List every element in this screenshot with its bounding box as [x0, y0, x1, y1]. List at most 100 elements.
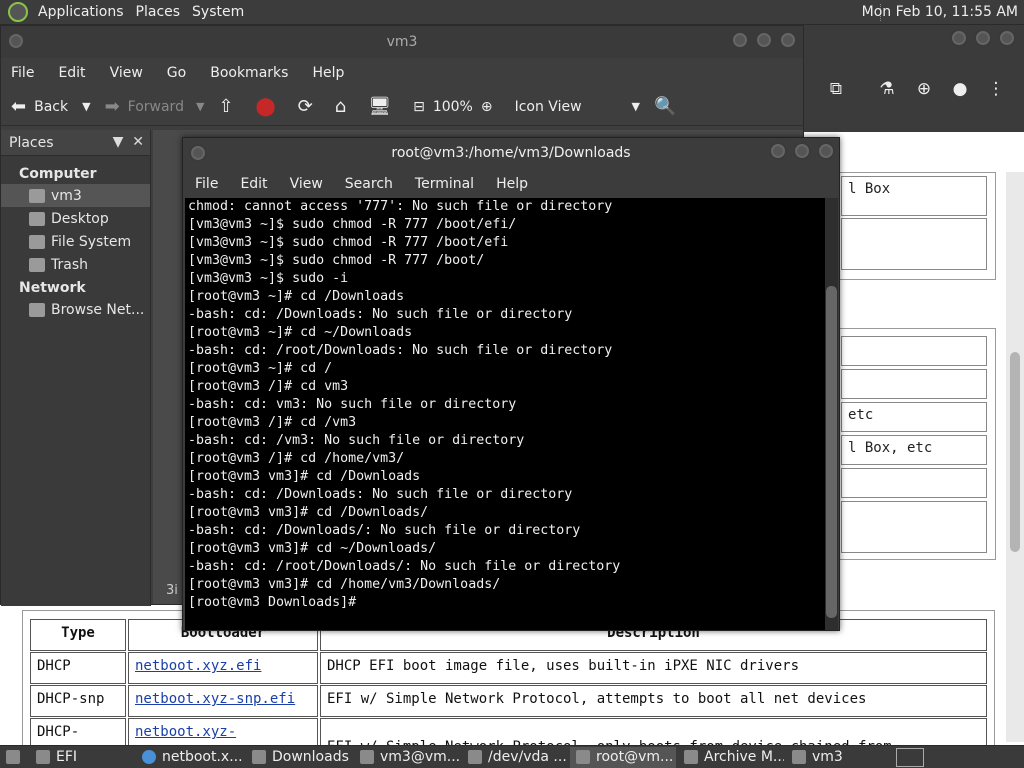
terminal-line: [root@vm3 vm3]# cd ~/Downloads/ — [188, 541, 437, 556]
menu-file[interactable]: File — [11, 65, 34, 81]
archive-icon — [684, 750, 698, 764]
page-text-etc: etc — [848, 407, 874, 423]
terminal-line: -bash: cd: vm3: No such file or director… — [188, 397, 517, 412]
bottom-taskbar: EFI netboot.x... Downloads vm3@vm... /de… — [0, 745, 1024, 768]
places-header[interactable]: Places ▼ ✕ — [1, 130, 150, 156]
browser-window: ⧉ ⚗ ⊕ ● ⋮ — [804, 25, 1024, 132]
zoom-out-icon[interactable]: ⊟ — [413, 99, 425, 115]
task-downloads[interactable]: Downloads — [246, 747, 352, 768]
section-computer: Computer — [19, 166, 97, 182]
stop-button[interactable]: ⬤ — [256, 96, 284, 117]
task-dev-vda[interactable]: /dev/vda ... — [462, 747, 568, 768]
forward-button[interactable]: ➡ Forward ▼ — [105, 96, 205, 117]
menu-help[interactable]: Help — [312, 65, 344, 81]
menu-terminal[interactable]: Terminal — [415, 176, 474, 192]
terminal-line: -bash: cd: /root/Downloads: No such file… — [188, 343, 613, 358]
terminal-titlebar[interactable]: root@vm3:/home/vm3/Downloads — [183, 138, 839, 170]
task-efi[interactable]: EFI — [30, 747, 134, 768]
show-desktop-button[interactable] — [0, 747, 28, 768]
back-arrow-icon: ⬅ — [11, 96, 27, 117]
menu-edit[interactable]: Edit — [240, 176, 267, 192]
computer-button[interactable]: 🖥 — [368, 96, 399, 117]
kebab-menu-icon[interactable]: ⋮ — [986, 79, 1006, 99]
folder-icon — [792, 750, 806, 764]
menu-file[interactable]: File — [195, 176, 218, 192]
zoom-control[interactable]: ⊟ 100% ⊕ — [413, 99, 501, 115]
task-terminal-vm3[interactable]: vm3@vm... — [354, 747, 460, 768]
minimize-button[interactable] — [731, 31, 749, 49]
sidebar-item-desktop[interactable]: Desktop — [1, 207, 150, 230]
page-scrollbar-thumb[interactable] — [1010, 352, 1020, 552]
menu-applications[interactable]: Applications — [38, 4, 124, 20]
download-icon[interactable]: ⊕ — [914, 79, 934, 99]
menu-bookmarks[interactable]: Bookmarks — [210, 65, 288, 81]
sidebar-item-vm3[interactable]: vm3 — [1, 184, 150, 207]
forward-arrow-icon: ➡ — [104, 96, 120, 117]
gnome-foot-icon[interactable] — [8, 2, 28, 22]
menu-search[interactable]: Search — [345, 176, 393, 192]
sidebar-item-label: Browse Net... — [51, 301, 145, 318]
menu-view[interactable]: View — [110, 65, 143, 81]
profile-icon[interactable]: ● — [950, 79, 970, 99]
reload-button[interactable]: ⟳ — [298, 96, 321, 117]
labs-icon[interactable]: ⚗ — [877, 79, 897, 99]
close-button[interactable] — [998, 29, 1016, 47]
home-button[interactable]: ⌂ — [335, 96, 354, 117]
page-cell-box: l Box — [841, 176, 987, 216]
places-controls[interactable]: ▼ ✕ — [113, 134, 144, 150]
drive-icon — [29, 234, 45, 249]
disk-icon — [468, 750, 482, 764]
task-browser[interactable]: netboot.x... — [136, 747, 244, 768]
close-button[interactable] — [817, 142, 835, 160]
clock[interactable]: Mon Feb 10, 11:55 AM — [862, 4, 1018, 20]
page-cell — [841, 468, 987, 498]
terminal-icon — [576, 750, 590, 764]
page-scrollbar[interactable] — [1006, 172, 1024, 742]
close-button[interactable] — [779, 31, 797, 49]
search-button[interactable]: 🔍 — [654, 96, 684, 117]
terminal-scrollbar[interactable] — [825, 198, 838, 630]
menu-help[interactable]: Help — [496, 176, 528, 192]
terminal-line: [root@vm3 ~]# cd ~/Downloads — [188, 325, 413, 340]
page-cell-etc: etc — [841, 402, 987, 432]
places-header-label: Places — [9, 134, 54, 151]
trash-icon — [29, 257, 45, 272]
terminal-line: chmod: cannot access '777': No such file… — [188, 199, 613, 214]
task-terminal-root[interactable]: root@vm... — [570, 746, 676, 768]
workspace-switcher[interactable] — [896, 748, 924, 767]
task-archive-manager[interactable]: Archive M... — [678, 747, 784, 768]
maximize-button[interactable] — [793, 142, 811, 160]
sidebar-item-trash[interactable]: Trash — [1, 253, 150, 276]
maximize-button[interactable] — [974, 29, 992, 47]
terminal-scrollbar-thumb[interactable] — [826, 286, 837, 618]
terminal-screen[interactable]: chmod: cannot access '777': No such file… — [185, 198, 825, 630]
back-dropdown-icon[interactable]: ▼ — [82, 100, 90, 113]
menu-edit[interactable]: Edit — [58, 65, 85, 81]
extension-icon[interactable]: ⧉ — [826, 79, 846, 99]
sidebar-item-browse-network[interactable]: Browse Net... — [1, 298, 150, 321]
menu-system[interactable]: System — [192, 4, 244, 20]
forward-dropdown-icon[interactable]: ▼ — [196, 100, 204, 113]
page-cell — [841, 336, 987, 366]
menu-places[interactable]: Places — [136, 4, 181, 20]
reload-icon: ⟳ — [297, 96, 313, 117]
minimize-button[interactable] — [950, 29, 968, 47]
up-button[interactable]: ⇧ — [218, 96, 241, 117]
sidebar-item-file-system[interactable]: File System — [1, 230, 150, 253]
maximize-button[interactable] — [755, 31, 773, 49]
menu-view[interactable]: View — [290, 176, 323, 192]
folder-icon — [36, 750, 50, 764]
table-link-bootloader[interactable]: netboot.xyz.efi — [128, 652, 318, 684]
back-label: Back — [34, 98, 69, 115]
table-link-bootloader[interactable]: netboot.xyz-snp.efi — [128, 685, 318, 717]
zoom-in-icon[interactable]: ⊕ — [481, 99, 493, 115]
task-label: Downloads — [272, 749, 349, 765]
back-button[interactable]: ⬅ Back ▼ — [11, 96, 91, 117]
menu-go[interactable]: Go — [167, 65, 186, 81]
view-mode-select[interactable]: Icon View ▼ — [515, 99, 640, 115]
task-vm3[interactable]: vm3 — [786, 747, 856, 768]
minimize-button[interactable] — [769, 142, 787, 160]
home-folder-icon — [29, 188, 45, 203]
fm-status: 3i — [166, 583, 178, 598]
network-icon — [29, 302, 45, 317]
